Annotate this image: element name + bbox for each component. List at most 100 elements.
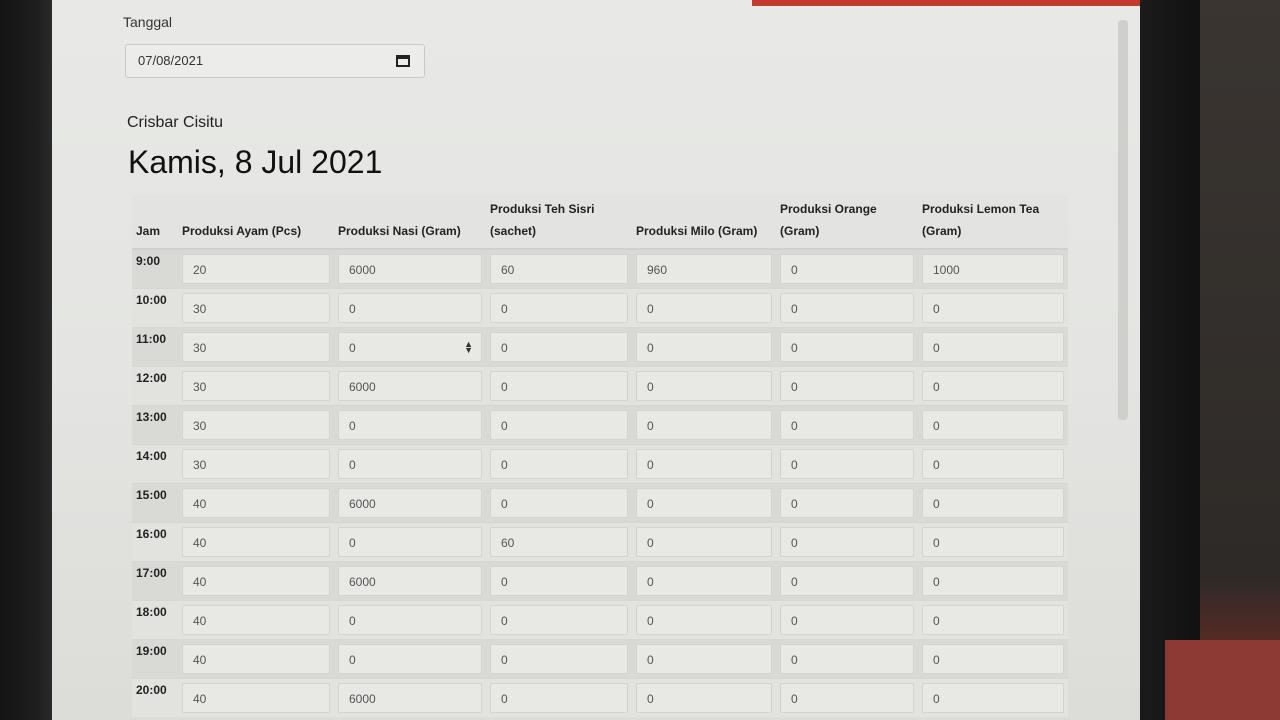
teh-input[interactable]: 0 (490, 449, 628, 479)
orange-input[interactable]: 0 (780, 605, 914, 635)
lemon-tea-input[interactable]: 1000 (922, 254, 1064, 284)
lemon-tea-input[interactable]: 0 (922, 605, 1064, 635)
browser-page: Tanggal 07/08/2021 Crisbar Cisitu Kamis,… (52, 0, 1140, 720)
orange-input[interactable]: 0 (780, 293, 914, 323)
ayam-input[interactable]: 30 (182, 449, 330, 479)
nasi-input[interactable]: 6000 (338, 371, 482, 401)
calendar-icon[interactable] (396, 55, 410, 67)
orange-input[interactable]: 0 (780, 488, 914, 518)
lemon-tea-input[interactable]: 0 (922, 488, 1064, 518)
lemon-tea-input[interactable]: 0 (922, 293, 1064, 323)
date-input[interactable]: 07/08/2021 (125, 44, 425, 78)
milo-input[interactable]: 0 (636, 488, 772, 518)
orange-input[interactable]: 0 (780, 566, 914, 596)
nasi-input[interactable]: 0 (338, 644, 482, 674)
orange-input[interactable]: 0 (780, 527, 914, 557)
input-value: 30 (193, 380, 207, 394)
input-value: 0 (501, 614, 508, 628)
table-row: 13:00 30 0 0 0 0 0 (132, 405, 1068, 445)
lemon-tea-input[interactable]: 0 (922, 449, 1064, 479)
cell-ayam: 40 (178, 600, 334, 640)
teh-input[interactable]: 60 (490, 254, 628, 284)
ayam-input[interactable]: 40 (182, 527, 330, 557)
ayam-input[interactable]: 30 (182, 410, 330, 440)
teh-input[interactable]: 60 (490, 527, 628, 557)
ayam-input[interactable]: 40 (182, 488, 330, 518)
scrollbar[interactable] (1118, 20, 1128, 420)
milo-input[interactable]: 0 (636, 371, 772, 401)
nasi-input[interactable]: 6000 (338, 566, 482, 596)
lemon-tea-input[interactable]: 0 (922, 410, 1064, 440)
orange-input[interactable]: 0 (780, 254, 914, 284)
monitor-bezel-right (1140, 0, 1200, 720)
ayam-input[interactable]: 40 (182, 605, 330, 635)
teh-input[interactable]: 0 (490, 371, 628, 401)
lemon-tea-input[interactable]: 0 (922, 566, 1064, 596)
teh-input[interactable]: 0 (490, 293, 628, 323)
number-spinner-icon[interactable]: ▲ ▼ (464, 340, 473, 355)
milo-input[interactable]: 0 (636, 527, 772, 557)
ayam-input[interactable]: 30 (182, 293, 330, 323)
cell-orange: 0 (776, 561, 918, 601)
teh-input[interactable]: 0 (490, 566, 628, 596)
lemon-tea-input[interactable]: 0 (922, 683, 1064, 713)
teh-input[interactable]: 0 (490, 644, 628, 674)
ayam-input[interactable]: 20 (182, 254, 330, 284)
jam-cell: 19:00 (132, 639, 178, 679)
ayam-input[interactable]: 40 (182, 566, 330, 596)
input-value: 6000 (349, 575, 376, 589)
input-value: 0 (791, 302, 798, 316)
nasi-input[interactable]: 0 (338, 293, 482, 323)
milo-input[interactable]: 0 (636, 566, 772, 596)
cell-orange: 0 (776, 522, 918, 562)
orange-input[interactable]: 0 (780, 332, 914, 362)
ayam-input[interactable]: 40 (182, 644, 330, 674)
lemon-tea-input[interactable]: 0 (922, 371, 1064, 401)
nasi-input[interactable]: 0 (338, 449, 482, 479)
input-value: 0 (501, 692, 508, 706)
orange-input[interactable]: 0 (780, 644, 914, 674)
jam-cell: 13:00 (132, 405, 178, 445)
milo-input[interactable]: 0 (636, 332, 772, 362)
cell-lemon-tea: 0 (918, 561, 1068, 601)
nasi-input[interactable]: 0 ▲ ▼ (338, 332, 482, 362)
milo-input[interactable]: 960 (636, 254, 772, 284)
lemon-tea-input[interactable]: 0 (922, 644, 1064, 674)
lemon-tea-input[interactable]: 0 (922, 332, 1064, 362)
milo-input[interactable]: 0 (636, 683, 772, 713)
milo-input[interactable]: 0 (636, 605, 772, 635)
orange-input[interactable]: 0 (780, 683, 914, 713)
table-row: 18:00 40 0 0 0 0 0 (132, 600, 1068, 640)
input-value: 0 (349, 536, 356, 550)
input-value: 30 (193, 302, 207, 316)
teh-input[interactable]: 0 (490, 332, 628, 362)
nasi-input[interactable]: 6000 (338, 683, 482, 713)
lemon-tea-input[interactable]: 0 (922, 527, 1064, 557)
cell-ayam: 40 (178, 561, 334, 601)
milo-input[interactable]: 0 (636, 293, 772, 323)
milo-input[interactable]: 0 (636, 410, 772, 440)
teh-input[interactable]: 0 (490, 488, 628, 518)
nasi-input[interactable]: 6000 (338, 488, 482, 518)
teh-input[interactable]: 0 (490, 410, 628, 440)
teh-input[interactable]: 0 (490, 683, 628, 713)
orange-input[interactable]: 0 (780, 410, 914, 440)
ayam-input[interactable]: 40 (182, 683, 330, 713)
teh-input[interactable]: 0 (490, 605, 628, 635)
cell-ayam: 40 (178, 678, 334, 717)
nasi-input[interactable]: 6000 (338, 254, 482, 284)
milo-input[interactable]: 0 (636, 449, 772, 479)
table-row: 14:00 30 0 0 0 0 0 (132, 444, 1068, 484)
ayam-input[interactable]: 30 (182, 332, 330, 362)
cell-ayam: 40 (178, 639, 334, 679)
input-value: 0 (791, 419, 798, 433)
ayam-input[interactable]: 30 (182, 371, 330, 401)
nasi-input[interactable]: 0 (338, 527, 482, 557)
milo-input[interactable]: 0 (636, 644, 772, 674)
cell-teh: 60 (486, 248, 632, 289)
input-value: 0 (791, 653, 798, 667)
nasi-input[interactable]: 0 (338, 410, 482, 440)
orange-input[interactable]: 0 (780, 371, 914, 401)
nasi-input[interactable]: 0 (338, 605, 482, 635)
orange-input[interactable]: 0 (780, 449, 914, 479)
